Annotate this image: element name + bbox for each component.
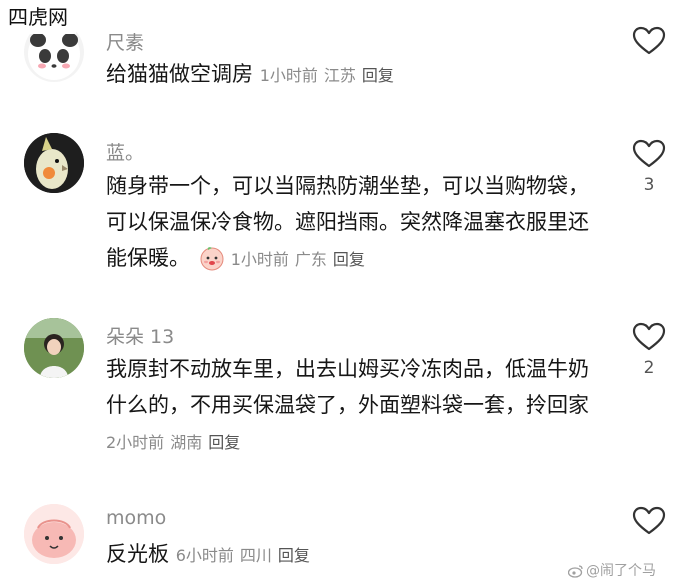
comment-time: 6小时前 [175,546,234,565]
bird-avatar-icon[interactable] [24,133,84,193]
comment-meta: 2小时前 湖南 回复 [106,433,240,452]
comment-body: 我原封不动放车里，出去山姆买冷冻肉品，低温牛奶什么的，不用买保温袋了，外面塑料袋… [106,351,606,461]
heart-icon[interactable] [632,139,666,169]
heart-icon[interactable] [632,26,666,56]
comment-text: 反光板 [106,542,169,566]
site-watermark-badge: 四虎网 [0,0,76,34]
reply-button[interactable]: 回复 [208,433,240,452]
comment-meta: 6小时前 四川 回复 [176,546,310,565]
reply-button[interactable]: 回复 [278,546,310,565]
weibo-watermark: @闹了个马 [567,560,656,580]
comment-location: 江苏 [323,66,356,85]
comment-body: 反光板 6小时前 四川 回复 [106,536,606,574]
comment-body: 随身带一个，可以当隔热防潮坐垫，可以当购物袋，可以保温保冷食物。遮阳挡雨。突然降… [106,168,606,278]
pink-creature-avatar-icon[interactable] [24,504,84,564]
comment-location: 广东 [294,250,327,269]
comment-body: 给猫猫做空调房 1小时前 江苏 回复 [106,56,606,94]
comment-text: 我原封不动放车里，出去山姆买冷冻肉品，低温牛奶什么的，不用买保温袋了，外面塑料袋… [106,357,589,417]
comment-text: 给猫猫做空调房 [106,62,253,86]
reply-button[interactable]: 回复 [333,250,365,269]
like-count: 2 [643,358,655,378]
comment-time: 1小时前 [259,66,318,85]
comment-username[interactable]: momo [106,507,166,529]
watermark-text: @闹了个马 [586,563,656,579]
girl-photo-avatar-icon[interactable] [24,318,84,378]
comment-username[interactable]: 朵朵 13 [106,322,174,349]
weibo-logo-icon [567,565,583,578]
peach-face-emoji-icon [199,245,225,271]
heart-icon[interactable] [632,322,666,352]
comment-meta: 1小时前 江苏 回复 [260,66,394,85]
comment-meta: 1小时前 广东 回复 [197,247,365,271]
comment-location: 湖南 [170,433,203,452]
reply-button[interactable]: 回复 [362,66,394,85]
comment-username[interactable]: 尺素 [106,28,144,55]
like-count: 3 [643,175,655,195]
comment-username[interactable]: 蓝。 [106,138,144,165]
comment-location: 四川 [239,546,272,565]
heart-icon[interactable] [632,506,666,536]
comment-time: 1小时前 [230,250,289,269]
comment-time: 2小时前 [106,433,165,452]
